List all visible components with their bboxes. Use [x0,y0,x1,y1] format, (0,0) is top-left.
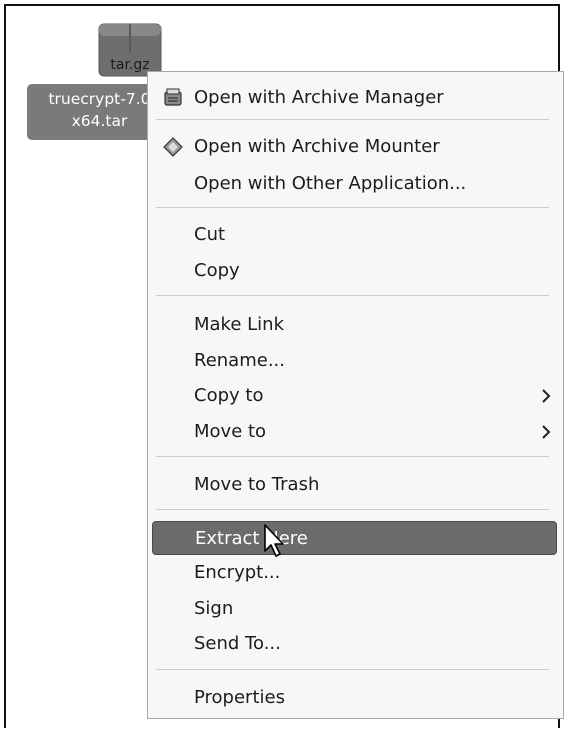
menu-item-copy[interactable]: Copy [152,254,557,288]
menu-item-label: Open with Archive Mounter [194,136,440,157]
context-menu: Open with Archive Manager Open with Arch… [147,71,564,719]
archive-manager-icon [162,87,184,109]
menu-item-label: Properties [194,687,285,708]
menu-item-label: Sign [194,598,234,619]
menu-item-label: Move to [194,421,267,442]
menu-item-label: Copy to [194,385,264,406]
menu-item-label: Cut [194,224,226,245]
mouse-cursor-icon [263,523,287,559]
menu-item-label: Make Link [194,314,284,335]
menu-item-make-link[interactable]: Make Link [152,308,557,342]
menu-item-copy-to[interactable]: Copy to [152,379,557,413]
menu-item-label: Open with Other Application... [194,173,467,194]
menu-separator [156,119,549,120]
menu-separator [156,207,549,208]
chevron-right-icon [539,379,553,413]
menu-item-label: Rename... [194,350,285,371]
menu-item-move-to[interactable]: Move to [152,415,557,449]
menu-separator [156,669,549,670]
menu-item-sign[interactable]: Sign [152,592,557,626]
menu-item-label: Open with Archive Manager [194,87,444,108]
menu-item-send-to[interactable]: Send To... [152,627,557,661]
menu-item-cut[interactable]: Cut [152,218,557,252]
chevron-right-icon [539,415,553,449]
archive-mounter-icon [162,136,184,158]
menu-item-encrypt[interactable]: Encrypt... [152,556,557,590]
menu-item-label: Extract Here [195,528,308,549]
menu-item-open-archive-manager[interactable]: Open with Archive Manager [152,81,557,115]
file-icon-text: tar.gz [110,57,149,73]
menu-separator [156,509,549,510]
menu-item-move-to-trash[interactable]: Move to Trash [152,468,557,502]
menu-item-label: Move to Trash [194,474,320,495]
menu-item-rename[interactable]: Rename... [152,344,557,378]
menu-item-label: Encrypt... [194,562,281,583]
menu-item-extract-here[interactable]: Extract Here [152,521,557,555]
menu-separator [156,295,549,296]
menu-separator [156,456,549,457]
menu-item-properties[interactable]: Properties [152,681,557,715]
menu-item-label: Copy [194,260,240,281]
menu-item-label: Send To... [194,633,281,654]
menu-item-open-archive-mounter[interactable]: Open with Archive Mounter [152,130,557,164]
tar-gz-file-icon[interactable]: tar.gz [97,22,163,78]
menu-item-open-other-application[interactable]: Open with Other Application... [152,167,557,201]
